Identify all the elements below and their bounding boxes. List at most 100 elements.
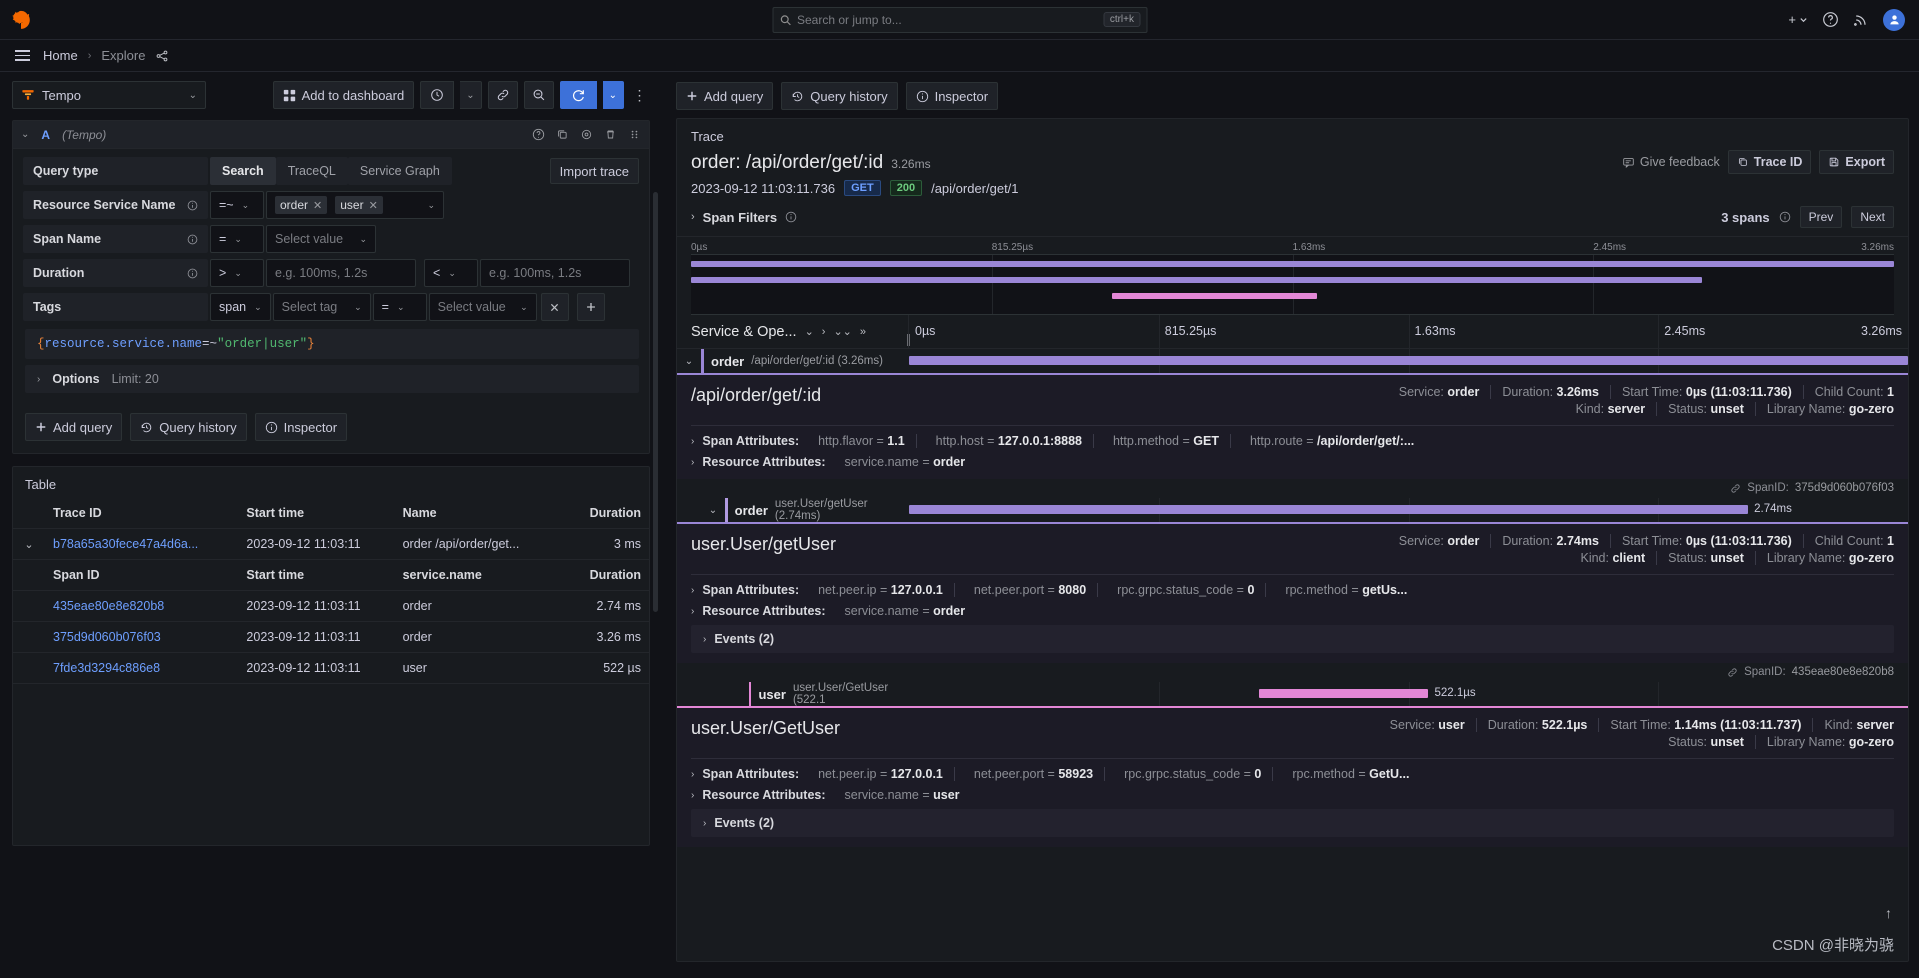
resource-attributes-row[interactable]: › Resource Attributes: service.name = or…	[691, 604, 1894, 618]
span-expander[interactable]: ⌄	[701, 505, 725, 516]
duration-min-operator[interactable]: > ⌄	[210, 259, 264, 287]
span-name-operator[interactable]: = ⌄	[210, 225, 264, 253]
export-button[interactable]: Export	[1819, 150, 1894, 174]
chevrons-right-icon[interactable]: »	[860, 326, 866, 338]
duration-max-input[interactable]	[480, 259, 630, 287]
span-attributes-row[interactable]: › Span Attributes: net.peer.ip = 127.0.0…	[691, 767, 1894, 781]
add-to-dashboard-button[interactable]: Add to dashboard	[272, 81, 415, 109]
link-icon[interactable]	[1730, 483, 1741, 494]
chevron-right-icon[interactable]: ›	[691, 606, 694, 617]
chevron-right-icon[interactable]: ›	[691, 436, 694, 447]
help-button[interactable]	[1822, 11, 1839, 28]
left-pane-scrollbar[interactable]	[653, 192, 658, 612]
span-name-cell[interactable]: order user.User/getUser (2.74ms)	[725, 498, 909, 522]
minimap-body[interactable]	[691, 255, 1894, 315]
options-row[interactable]: › Options Limit: 20	[25, 365, 639, 393]
table-row[interactable]: ⌄ b78a65a30fece47a4d6a... 2023-09-12 11:…	[13, 528, 649, 560]
add-tag-button[interactable]	[576, 293, 605, 321]
tab-service-graph[interactable]: Service Graph	[347, 157, 452, 185]
chevron-right-icon[interactable]: ›	[703, 818, 706, 829]
tag-value-select[interactable]: Select value ⌄	[428, 293, 537, 321]
timeline-body[interactable]: ⌄ order /api/order/get/:id (3.26ms) /api…	[677, 349, 1908, 961]
cell-span-id[interactable]: 375d9d060b076f03	[45, 621, 239, 653]
chevron-right-icon[interactable]: ›	[691, 790, 694, 801]
close-icon[interactable]: ✕	[313, 199, 322, 212]
time-range-chevron[interactable]: ⌄	[460, 81, 482, 109]
query-history-button-right[interactable]: Query history	[781, 82, 898, 110]
chevron-down-icon[interactable]: ⌄	[21, 129, 29, 140]
tag-scope-select[interactable]: span ⌄	[210, 293, 271, 321]
chevron-right-icon[interactable]: ›	[703, 634, 706, 645]
drag-handle-icon[interactable]	[628, 128, 641, 141]
refresh-interval-chevron[interactable]: ⌄	[602, 81, 624, 109]
more-vertical-icon[interactable]: ⋮	[630, 81, 650, 109]
close-icon[interactable]: ✕	[369, 199, 378, 212]
info-icon[interactable]	[1779, 211, 1791, 223]
inspector-button-right[interactable]: Inspector	[905, 82, 999, 110]
span-expander[interactable]: ⌄	[677, 356, 701, 367]
zoom-out-button[interactable]	[523, 81, 554, 109]
col-start-time[interactable]: Start time	[238, 498, 395, 529]
link-icon[interactable]	[1727, 667, 1738, 678]
tab-traceql[interactable]: TraceQL	[275, 157, 348, 185]
grafana-logo-icon[interactable]	[0, 9, 42, 31]
value-pill-order[interactable]: order ✕	[275, 196, 328, 214]
chevron-right-icon[interactable]: ›	[691, 457, 694, 468]
duration-min-input[interactable]	[266, 259, 416, 287]
breadcrumb-home[interactable]: Home	[43, 48, 78, 63]
news-button[interactable]	[1853, 12, 1869, 28]
scroll-to-top-button[interactable]: ↑	[1885, 905, 1892, 921]
chevron-right-icon[interactable]: ›	[822, 326, 826, 338]
prev-span-button[interactable]: Prev	[1799, 206, 1843, 228]
copy-icon[interactable]	[556, 128, 569, 141]
sub-table-row[interactable]: 435eae80e8e820b8 2023-09-12 11:03:11 ord…	[13, 590, 649, 622]
span-row[interactable]: ⌄ order /api/order/get/:id (3.26ms)	[677, 349, 1908, 373]
chevrons-down-icon[interactable]: ⌄⌄	[833, 325, 851, 338]
info-icon[interactable]	[187, 234, 198, 245]
col-trace-id[interactable]: Trace ID	[45, 498, 239, 529]
trace-id-button[interactable]: Trace ID	[1727, 150, 1812, 174]
inspector-button[interactable]: Inspector	[254, 413, 348, 441]
events-section[interactable]: › Events (2)	[691, 625, 1894, 653]
info-icon[interactable]	[187, 268, 198, 279]
span-bar[interactable]	[1258, 689, 1429, 698]
import-trace-button[interactable]: Import trace	[549, 158, 639, 184]
hamburger-menu-icon[interactable]	[12, 47, 33, 64]
eye-icon[interactable]	[580, 128, 593, 141]
info-icon[interactable]	[785, 211, 797, 223]
span-row[interactable]: user user.User/GetUser (522.1 522.1µs	[677, 682, 1908, 706]
col-name[interactable]: Name	[394, 498, 554, 529]
remove-tag-button[interactable]	[540, 293, 569, 321]
chevron-right-icon[interactable]: ›	[691, 585, 694, 596]
search-input[interactable]	[797, 12, 1098, 27]
cell-span-id[interactable]: 435eae80e8e820b8	[45, 590, 239, 622]
resource-service-name-operator[interactable]: =~ ⌄	[210, 191, 264, 219]
resource-attributes-row[interactable]: › Resource Attributes: service.name = or…	[691, 455, 1894, 469]
trace-minimap[interactable]: 0µs 815.25µs 1.63ms 2.45ms 3.26ms	[677, 237, 1908, 315]
cell-span-id[interactable]: 7fde3d3294c886e8	[45, 652, 239, 684]
tag-key-select[interactable]: Select tag ⌄	[272, 293, 371, 321]
global-search[interactable]: ctrl+k	[772, 6, 1147, 33]
span-bar[interactable]	[909, 505, 1749, 514]
add-query-button[interactable]: Add query	[25, 413, 123, 441]
next-span-button[interactable]: Next	[1851, 206, 1894, 228]
query-history-button[interactable]: Query history	[130, 413, 247, 441]
span-attributes-row[interactable]: › Span Attributes: http.flavor = 1.1 htt…	[691, 434, 1894, 448]
span-attributes-row[interactable]: › Span Attributes: net.peer.ip = 127.0.0…	[691, 583, 1894, 597]
cell-trace-id[interactable]: b78a65a30fece47a4d6a...	[45, 528, 239, 560]
sub-table-row[interactable]: 7fde3d3294c886e8 2023-09-12 11:03:11 use…	[13, 652, 649, 684]
tab-search[interactable]: Search	[210, 157, 276, 185]
breadcrumb-explore[interactable]: Explore	[101, 48, 145, 63]
span-row[interactable]: ⌄ order user.User/getUser (2.74ms) 2.74m…	[677, 498, 1908, 522]
span-bar[interactable]	[909, 356, 1908, 365]
col-duration[interactable]: Duration	[553, 498, 649, 529]
resource-service-name-values[interactable]: order ✕ user ✕ ⌄	[266, 191, 444, 219]
trash-icon[interactable]	[604, 128, 617, 141]
refresh-button[interactable]	[559, 81, 597, 109]
chevron-down-icon[interactable]: ⌄	[805, 325, 814, 338]
time-range-picker[interactable]	[420, 81, 455, 109]
new-menu-button[interactable]: +	[1788, 12, 1808, 27]
row-expander[interactable]: ⌄	[13, 528, 45, 560]
value-pill-user[interactable]: user ✕	[335, 196, 383, 214]
avatar[interactable]	[1883, 8, 1905, 31]
